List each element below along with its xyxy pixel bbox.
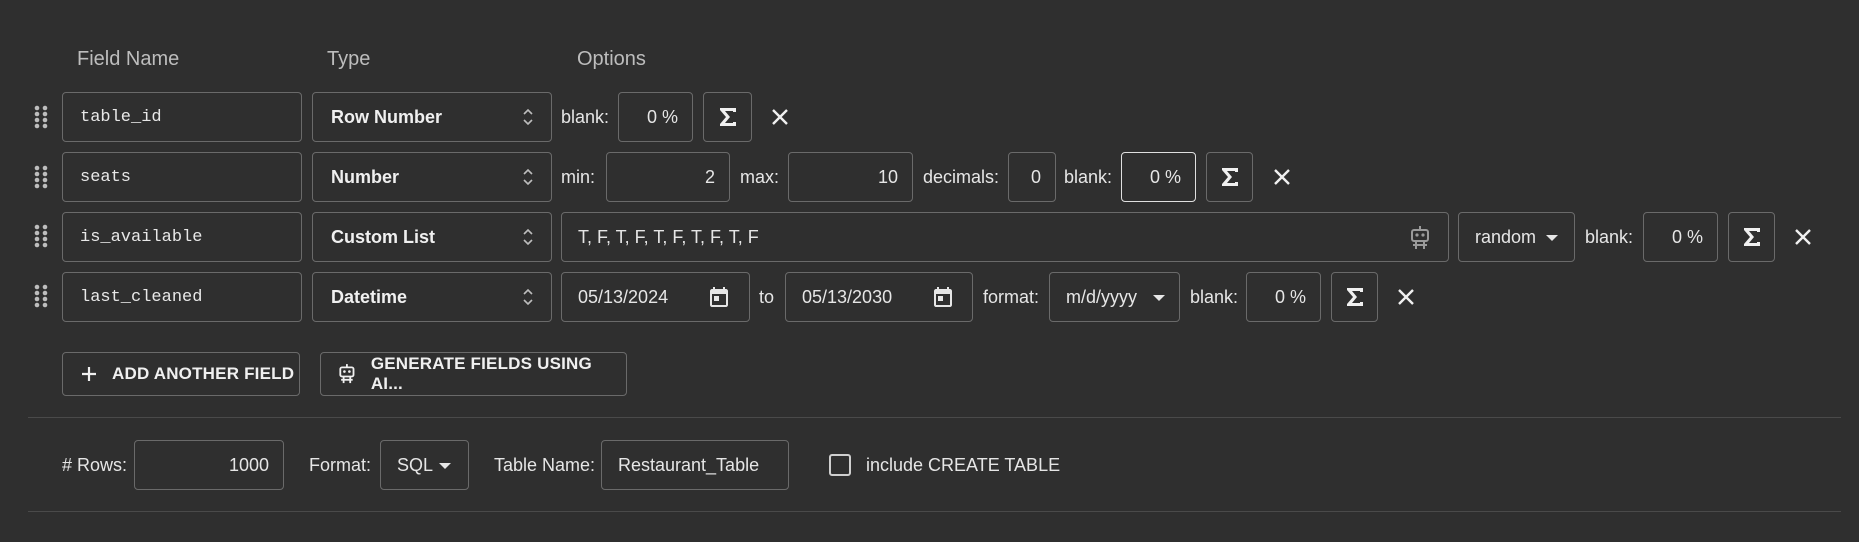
drag-handle-icon[interactable]: [34, 284, 48, 313]
remove-field-button[interactable]: [1394, 285, 1418, 309]
output-format-select[interactable]: SQL: [380, 440, 469, 490]
sigma-button[interactable]: [1728, 212, 1775, 262]
sigma-button[interactable]: [1331, 272, 1378, 322]
date-format-value: m/d/yyyy: [1066, 286, 1138, 307]
date-format-select[interactable]: m/d/yyyy: [1049, 272, 1180, 322]
output-format-value: SQL: [397, 454, 434, 475]
header-type: Type: [327, 48, 371, 70]
type-label: Custom List: [331, 226, 436, 247]
decimals-label: decimals:: [923, 166, 1000, 187]
robot-icon: [339, 364, 355, 384]
generate-fields-ai-label: GENERATE FIELDS USING AI...: [370, 354, 592, 393]
table-name-label: Table Name:: [494, 454, 596, 475]
type-select[interactable]: Number: [312, 152, 552, 202]
table-name-value: Restaurant_Table: [618, 454, 760, 475]
updown-icon: [523, 288, 533, 306]
add-another-field-label: ADD ANOTHER FIELD: [112, 364, 295, 383]
to-date-value: 05/13/2030: [802, 286, 893, 307]
table-name-input[interactable]: Restaurant_Table: [601, 440, 789, 490]
include-create-table-checkbox[interactable]: [829, 454, 851, 476]
blank-percent-input[interactable]: 0 %: [1643, 212, 1718, 262]
header-field-name: Field Name: [77, 48, 180, 70]
sigma-button[interactable]: [703, 92, 752, 142]
type-label: Number: [331, 166, 400, 187]
blank-label: blank:: [1585, 226, 1634, 247]
sigma-icon: [719, 108, 736, 126]
custom-list-values: T, F, T, F, T, F, T, F, T, F: [578, 226, 759, 247]
updown-icon: [523, 108, 533, 126]
remove-field-button[interactable]: [1791, 225, 1815, 249]
format-label: Format:: [309, 454, 372, 475]
decimals-input[interactable]: 0: [1008, 152, 1056, 202]
updown-icon: [523, 228, 533, 246]
type-label: Datetime: [331, 286, 408, 307]
remove-field-button[interactable]: [1270, 165, 1294, 189]
updown-icon: [523, 168, 533, 186]
blank-percent-input[interactable]: 0 %: [1121, 152, 1196, 202]
drag-handle-icon[interactable]: [34, 165, 48, 194]
field-name-input[interactable]: table_id: [62, 92, 302, 142]
calendar-icon[interactable]: [706, 284, 732, 310]
rows-label: # Rows:: [62, 454, 128, 475]
section-divider: [28, 417, 1841, 418]
remove-field-button[interactable]: [768, 105, 792, 129]
sigma-icon: [1346, 288, 1363, 306]
max-label: max:: [740, 166, 780, 187]
chevron-down-icon: [1153, 295, 1165, 301]
close-icon: [1274, 169, 1290, 185]
type-select[interactable]: Custom List: [312, 212, 552, 262]
close-icon: [772, 109, 788, 125]
drag-handle-icon[interactable]: [34, 105, 48, 134]
custom-list-values-input[interactable]: T, F, T, F, T, F, T, F, T, F: [561, 212, 1449, 262]
blank-label: blank:: [561, 106, 610, 127]
max-input[interactable]: 10: [788, 152, 913, 202]
generate-fields-ai-button[interactable]: GENERATE FIELDS USING AI...: [320, 352, 627, 396]
sigma-button[interactable]: [1206, 152, 1253, 202]
field-name-input[interactable]: is_available: [62, 212, 302, 262]
chevron-down-icon: [439, 463, 451, 469]
rows-count-input[interactable]: 1000: [134, 440, 284, 490]
add-another-field-button[interactable]: ADD ANOTHER FIELD: [62, 352, 300, 396]
section-divider: [28, 511, 1841, 512]
field-name-input[interactable]: seats: [62, 152, 302, 202]
close-icon: [1398, 289, 1414, 305]
blank-label: blank:: [1190, 286, 1239, 307]
format-label: format:: [983, 286, 1040, 307]
to-label: to: [759, 286, 775, 307]
from-date-value: 05/13/2024: [578, 286, 669, 307]
header-options: Options: [577, 48, 646, 70]
min-label: min:: [561, 166, 596, 187]
calendar-icon[interactable]: [930, 284, 956, 310]
min-input[interactable]: 2: [606, 152, 730, 202]
robot-icon: [1411, 226, 1429, 249]
drag-handle-icon[interactable]: [34, 224, 48, 253]
type-label: Row Number: [331, 106, 443, 127]
plus-icon: [82, 367, 96, 381]
include-create-table-label[interactable]: include CREATE TABLE: [866, 440, 1060, 490]
blank-percent-input[interactable]: 0 %: [618, 92, 693, 142]
distribution-value: random: [1475, 226, 1537, 247]
blank-label: blank:: [1064, 166, 1113, 187]
type-select[interactable]: Row Number: [312, 92, 552, 142]
type-select[interactable]: Datetime: [312, 272, 552, 322]
distribution-select[interactable]: random: [1458, 212, 1575, 262]
sigma-icon: [1743, 228, 1760, 246]
blank-percent-input[interactable]: 0 %: [1246, 272, 1321, 322]
sigma-icon: [1221, 168, 1238, 186]
close-icon: [1795, 229, 1811, 245]
chevron-down-icon: [1546, 235, 1558, 241]
field-name-input[interactable]: last_cleaned: [62, 272, 302, 322]
ai-generate-values-button[interactable]: [1406, 224, 1434, 252]
